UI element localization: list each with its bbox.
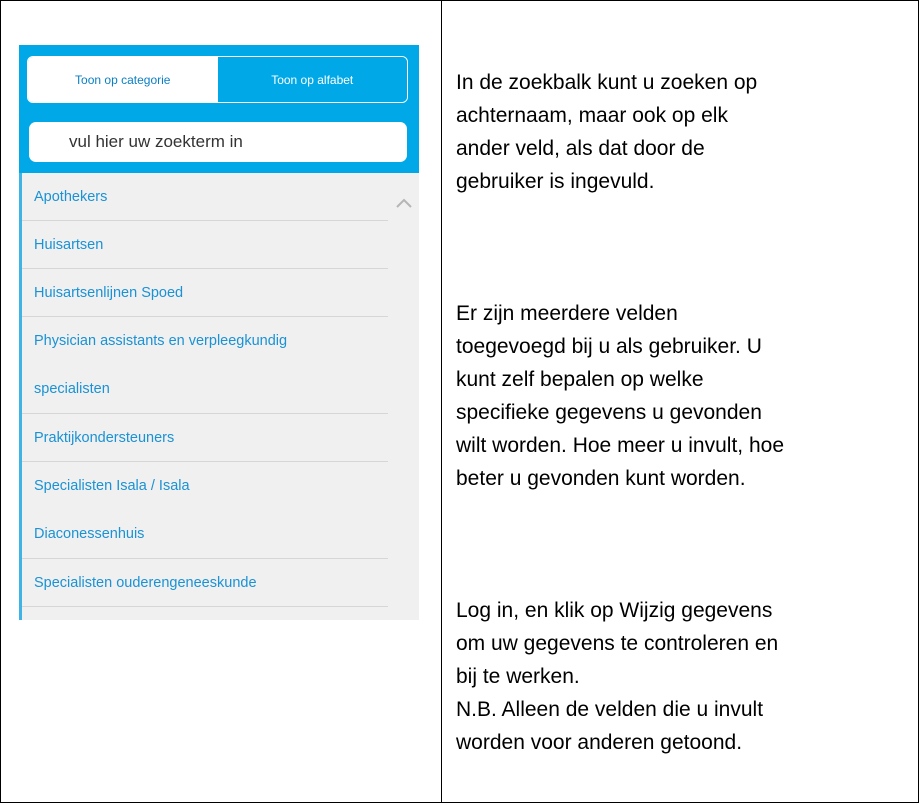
view-toggle: Toon op categorie Toon op alfabet (27, 56, 408, 103)
text-line: In de zoekbalk kunt u zoeken op (456, 71, 758, 94)
list-item-praktijkondersteuners[interactable]: Praktijkondersteuners (22, 414, 388, 462)
list-item-label-line-1: Specialisten Isala / Isala (34, 478, 190, 494)
table-column-divider (441, 0, 442, 803)
list-item-label: Praktijkondersteuners (34, 430, 175, 446)
chevron-up-icon (396, 198, 412, 208)
text-line: worden voor anderen getoond. (456, 731, 743, 754)
text-line: bij te werken. (456, 665, 580, 688)
category-list: Apothekers Huisartsen Huisartsenlijnen S… (19, 173, 419, 620)
directory-widget-screenshot: Toon op categorie Toon op alfabet Apothe… (19, 45, 419, 620)
list-item-physician-assistants[interactable]: Physician assistants en verpleegkundig s… (22, 317, 388, 414)
text-line: toegevoegd bij u als gebruiker. U (456, 335, 762, 358)
explanation-paragraph-fields: Er zijn meerdere velden toegevoegd bij u… (456, 297, 906, 495)
text-line: Er zijn meerdere velden (456, 302, 678, 325)
search-input[interactable] (29, 122, 407, 162)
list-item-label-line-2: Diaconessenhuis (34, 526, 145, 542)
explanation-paragraph-login: Log in, en klik op Wijzig gegevens om uw… (456, 594, 906, 759)
text-line: specifieke gegevens u gevonden (456, 401, 762, 424)
text-line: N.B. Alleen de velden die u invult (456, 698, 764, 721)
text-line: kunt zelf bepalen op welke (456, 368, 704, 391)
show-by-category-button[interactable]: Toon op categorie (28, 57, 218, 102)
explanation-paragraph-search: In de zoekbalk kunt u zoeken op achterna… (456, 66, 906, 198)
widget-header: Toon op categorie Toon op alfabet (19, 45, 419, 173)
list-item-specialisten-isala[interactable]: Specialisten Isala / Isala Diaconessenhu… (22, 462, 388, 559)
text-line: ander veld, als dat door de (456, 137, 705, 160)
text-line: Log in, en klik op Wijzig gegevens (456, 599, 773, 622)
text-line: gebruiker is ingevuld. (456, 170, 655, 193)
list-item-huisartsenlijnen-spoed[interactable]: Huisartsenlijnen Spoed (22, 269, 388, 317)
list-item-label: Specialisten ouderengeneeskunde (34, 575, 257, 591)
scroll-up-button[interactable] (394, 195, 414, 211)
list-item-label: Huisartsenlijnen Spoed (34, 285, 184, 301)
text-line: om uw gegevens te controleren en (456, 632, 779, 655)
list-item-label: Apothekers (34, 189, 108, 205)
show-by-alphabet-button[interactable]: Toon op alfabet (217, 57, 407, 102)
list-item-label: Huisartsen (34, 237, 104, 253)
list-item-label-line-1: Physician assistants en verpleegkundig (34, 333, 288, 349)
text-line: beter u gevonden kunt worden. (456, 467, 746, 490)
text-line: wilt worden. Hoe meer u invult, hoe (456, 434, 784, 457)
list-item-specialisten-ouderengeneeskunde[interactable]: Specialisten ouderengeneeskunde (22, 559, 388, 607)
list-item-label-line-2: specialisten (34, 381, 110, 397)
list-item-apothekers[interactable]: Apothekers (22, 173, 388, 221)
text-line: achternaam, maar ook op elk (456, 104, 728, 127)
list-item-huisartsen[interactable]: Huisartsen (22, 221, 388, 269)
